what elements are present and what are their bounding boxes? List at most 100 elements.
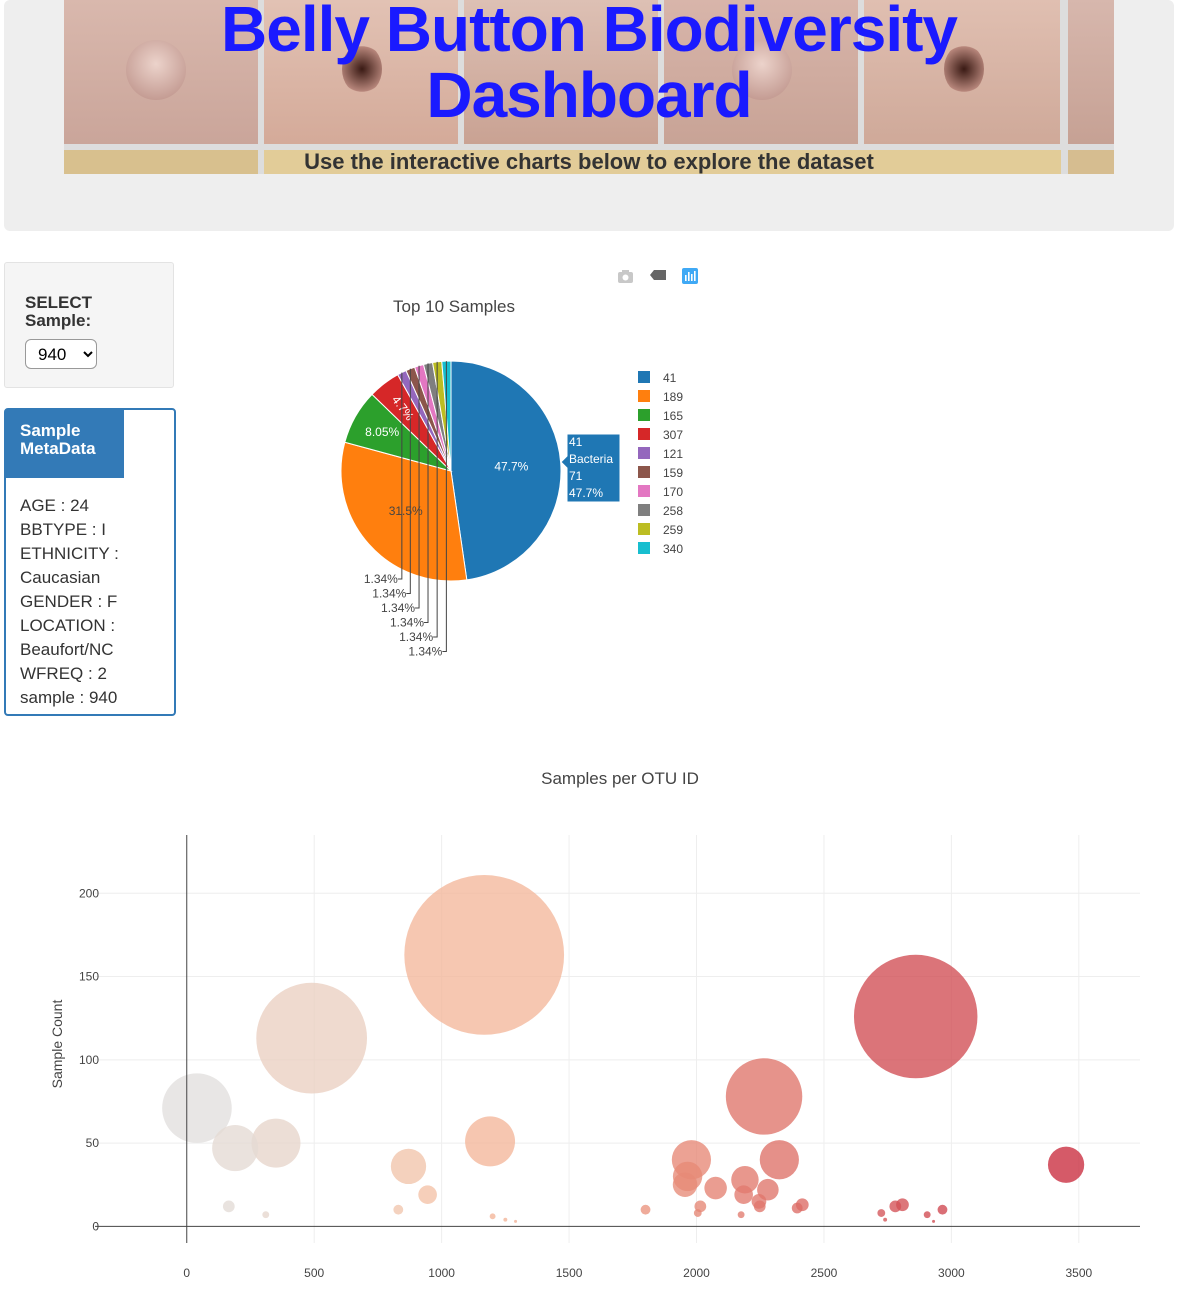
bubble-point [759, 1140, 799, 1180]
bubble-point [212, 1125, 259, 1172]
bubble-point [256, 982, 368, 1094]
legend-label: 159 [663, 466, 683, 480]
hover-line: 71 [569, 469, 583, 483]
metadata-panel-title: Sample MetaData [6, 410, 124, 478]
bubble-point [251, 1118, 301, 1168]
metadata-line: ETHNICITY : [20, 544, 119, 563]
bubble-point [889, 1200, 902, 1213]
legend-label: 165 [663, 409, 683, 423]
legend-swatch-340 [638, 542, 650, 554]
legend-label: 121 [663, 447, 683, 461]
metadata-line: AGE : 24 [20, 496, 89, 515]
legend-swatch-259 [638, 523, 650, 535]
legend-swatch-165 [638, 409, 650, 421]
metadata-panel: Sample MetaData AGE : 24 BBTYPE : I ETHN… [4, 408, 176, 716]
bubble-point [222, 1200, 235, 1213]
page-title: Belly Button Biodiversity Dashboard [221, 0, 958, 131]
legend-swatch-189 [638, 390, 650, 402]
page-subtitle: Use the interactive charts below to expl… [304, 149, 874, 174]
legend-swatch-307 [638, 428, 650, 440]
metadata-body: AGE : 24 BBTYPE : I ETHNICITY : Caucasia… [6, 478, 174, 710]
bubble-point [737, 1211, 745, 1219]
bubble-points [162, 875, 1085, 1223]
bubble-point [877, 1209, 886, 1217]
bubble-point [883, 1217, 888, 1222]
legend-label: 307 [663, 428, 683, 442]
bubble-point [640, 1204, 651, 1215]
pie-slice-label: 1.34% [381, 601, 415, 615]
bubble-point [753, 1200, 766, 1213]
y-tick-label: 100 [79, 1053, 99, 1067]
legend-swatch-159 [638, 466, 650, 478]
bubble-point [514, 1219, 518, 1223]
legend-swatch-170 [638, 485, 650, 497]
pie-slice-label: 1.34% [390, 616, 424, 630]
bubble-point [1047, 1146, 1085, 1183]
bubble-point [672, 1172, 698, 1197]
hover-line: Bacteria [569, 452, 613, 466]
bubble-point [393, 1204, 404, 1215]
bubble-point [404, 875, 565, 1035]
bubble-point [704, 1176, 727, 1200]
bubble-point [503, 1217, 508, 1222]
tag-icon[interactable] [650, 270, 666, 280]
metadata-line: Beaufort/NC [20, 640, 114, 659]
pie-legend: 41 189 165 307 121 159 170 258 259 340 [638, 371, 683, 556]
legend-label: 258 [663, 504, 683, 518]
bubble-point [262, 1211, 270, 1219]
x-tick-label: 500 [304, 1266, 324, 1280]
bubble-point [418, 1185, 437, 1205]
pie-slice-label: 1.34% [399, 630, 433, 644]
sample-selector-label: SELECT Sample: [25, 293, 93, 330]
sample-selector-well: SELECT Sample: 940 [4, 262, 174, 388]
bubble-point [390, 1148, 427, 1185]
pie-slice-label: 1.34% [408, 645, 442, 659]
hover-line: 41 [569, 435, 583, 449]
x-tick-label: 2500 [811, 1266, 838, 1280]
legend-label: 189 [663, 390, 683, 404]
x-tick-label: 1000 [428, 1266, 455, 1280]
bubble-axes: 0 500 1000 1500 2000 2500 3000 3500050100150200 [79, 835, 1140, 1280]
legend-swatch-121 [638, 447, 650, 459]
x-tick-label: 3500 [1065, 1266, 1092, 1280]
x-tick-label: 2000 [683, 1266, 710, 1280]
bubble-point [932, 1219, 936, 1223]
bubble-point [791, 1202, 803, 1214]
metadata-line: GENDER : F [20, 592, 118, 611]
metadata-line: BBTYPE : I [20, 520, 106, 539]
bubble-point [923, 1211, 931, 1219]
bubble-point [937, 1204, 948, 1215]
bubble-point [734, 1185, 753, 1205]
pie-title: Top 10 Samples [393, 297, 515, 316]
legend-swatch-41 [638, 371, 650, 383]
pie-slice-label: 1.34% [372, 587, 406, 601]
legend-swatch-258 [638, 504, 650, 516]
y-tick-label: 200 [79, 886, 99, 900]
bubble-grid [95, 835, 1140, 1243]
legend-label: 340 [663, 542, 683, 556]
bubble-point [693, 1209, 702, 1217]
pie-slice-label: 47.7% [494, 460, 528, 474]
legend-label: 259 [663, 523, 683, 537]
pie-hover-tooltip: 41 Bacteria 71 47.7% [560, 433, 621, 503]
legend-label: 170 [663, 485, 683, 499]
bubble-point [725, 1058, 803, 1135]
bubble-title: Samples per OTU ID [541, 769, 699, 788]
sample-select[interactable]: 940 [25, 339, 97, 369]
pie-slice-label: 31.5% [389, 504, 423, 518]
legend-label: 41 [663, 371, 677, 385]
hover-line: 47.7% [569, 486, 603, 500]
bubble-point [853, 954, 978, 1079]
x-tick-label: 0 [183, 1266, 190, 1280]
bubble-point [465, 1116, 516, 1167]
pie-slice-label: 1.34% [364, 572, 398, 586]
x-tick-label: 3000 [938, 1266, 965, 1280]
pie-slice-label: 8.05% [365, 425, 399, 439]
metadata-line: LOCATION : [20, 616, 116, 635]
pie-chart: Top 10 Samples 47.7%31.5%8.05%4.7%1.34%1… [340, 297, 683, 659]
y-axis-label: Sample Count [49, 1000, 65, 1089]
bubble-chart: Samples per OTU ID Sample Count 0 500 1000… [49, 769, 1140, 1280]
metadata-line: WFREQ : 2 [20, 664, 107, 683]
metadata-line: Caucasian [20, 568, 101, 587]
y-tick-label: 150 [79, 970, 99, 984]
